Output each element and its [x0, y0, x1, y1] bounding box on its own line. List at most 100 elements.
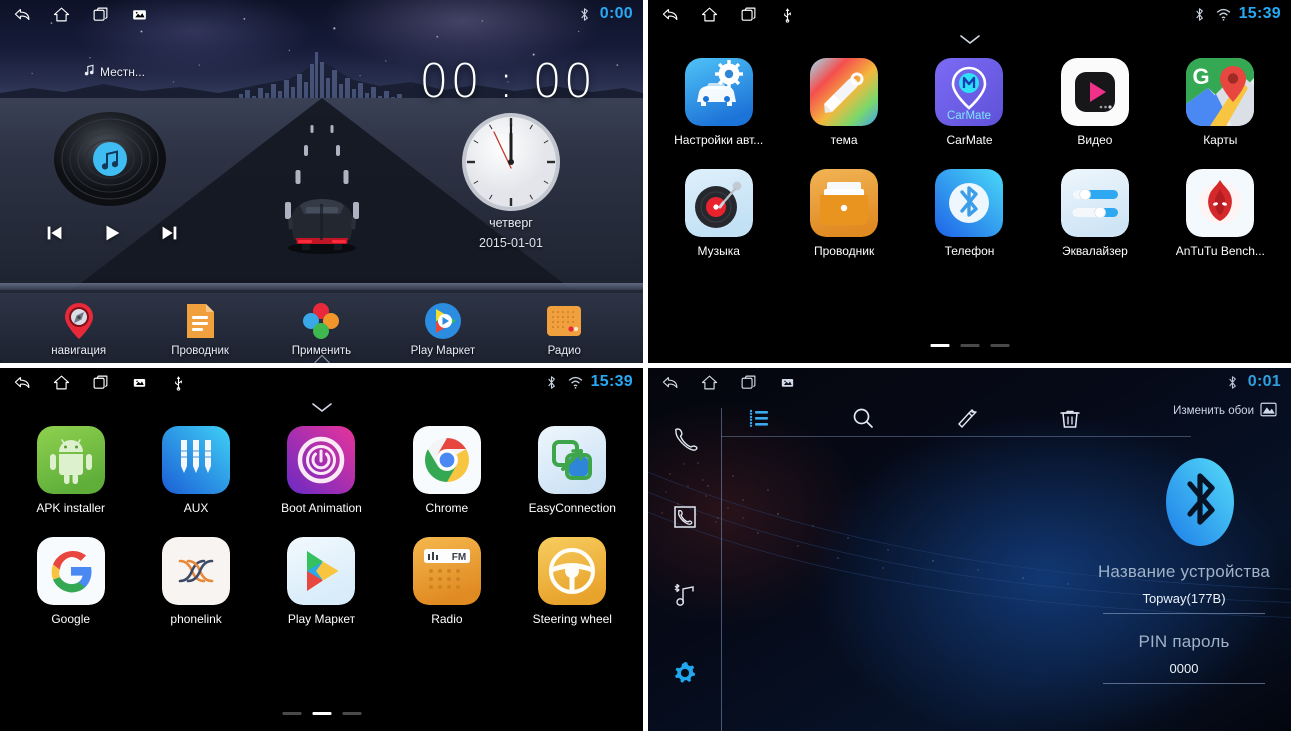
- change-wallpaper-button[interactable]: Изменить обои: [1173, 402, 1277, 420]
- app-label: Видео: [1077, 133, 1113, 147]
- page-dot-3[interactable]: [342, 711, 361, 715]
- dock-item-label: навигация: [51, 345, 107, 357]
- app-label: Boot Animation: [281, 501, 362, 515]
- app-aux[interactable]: AUX: [133, 426, 258, 515]
- google-icon: [36, 537, 105, 605]
- home-dock: навигация Проводник Применить Play Марке…: [0, 301, 643, 357]
- next-track-button[interactable]: [158, 222, 180, 244]
- pin-password-label: PIN пароль: [1138, 632, 1230, 651]
- settings-gear-icon[interactable]: [672, 660, 698, 686]
- page-dot-3[interactable]: [990, 343, 1009, 347]
- dock-item-file-explorer[interactable]: Проводник: [145, 301, 255, 357]
- page-dot-1[interactable]: [282, 711, 301, 715]
- list-icon[interactable]: [748, 406, 772, 430]
- weekday-label: четверг: [489, 216, 533, 230]
- play-store-icon: [423, 301, 463, 341]
- home-icon[interactable]: [53, 374, 70, 391]
- pin-password-value[interactable]: 0000: [1089, 661, 1279, 683]
- device-name-label: Название устройства: [1097, 562, 1271, 581]
- device-name-value[interactable]: Topway(177B): [1089, 591, 1279, 613]
- usb-icon[interactable]: [170, 374, 187, 391]
- contacts-phonebook-icon[interactable]: [672, 504, 698, 530]
- theme-brush-icon: [810, 58, 879, 126]
- app-music[interactable]: Музыка: [656, 169, 781, 258]
- app-label: Настройки авт...: [674, 133, 764, 147]
- app-label: Play Маркет: [287, 612, 356, 626]
- status-bar-nav-icons: [662, 374, 796, 391]
- app-steering-wheel[interactable]: Steering wheel: [510, 537, 635, 626]
- app-phone-bluetooth[interactable]: Телефон: [907, 169, 1032, 258]
- usb-icon[interactable]: [779, 6, 796, 23]
- recents-icon[interactable]: [740, 374, 757, 391]
- app-label: Эквалайзер: [1061, 244, 1128, 258]
- image-icon: [1260, 402, 1277, 420]
- album-disc-widget[interactable]: [52, 110, 168, 208]
- bluetooth-phone-icon: [935, 169, 1004, 237]
- dock-item-play-store[interactable]: Play Маркет: [388, 301, 498, 357]
- media-source-text: Местн...: [100, 64, 145, 79]
- recents-icon[interactable]: [92, 374, 109, 391]
- app-file-manager[interactable]: Проводник: [781, 169, 906, 258]
- chevron-down-icon[interactable]: [309, 401, 335, 415]
- app-label: phonelink: [170, 612, 222, 626]
- home-icon[interactable]: [53, 6, 70, 23]
- chrome-icon: [412, 426, 481, 494]
- app-label: Карты: [1203, 133, 1238, 147]
- gallery-icon[interactable]: [131, 374, 148, 391]
- edit-pen-icon[interactable]: [955, 406, 979, 430]
- previous-track-button[interactable]: [44, 222, 66, 244]
- recents-icon[interactable]: [740, 6, 757, 23]
- gallery-icon[interactable]: [131, 6, 148, 23]
- carmate-icon: CarMate: [935, 58, 1004, 126]
- page-indicator[interactable]: [282, 711, 361, 715]
- app-phonelink[interactable]: phonelink: [133, 537, 258, 626]
- music-turntable-icon: [684, 169, 753, 237]
- app-equalizer[interactable]: Эквалайзер: [1032, 169, 1157, 258]
- dock-item-radio[interactable]: Радио: [509, 301, 619, 357]
- bluetooth-icon: [1191, 6, 1208, 23]
- app-radio[interactable]: FM Radio: [384, 537, 509, 626]
- app-play-store[interactable]: Play Маркет: [259, 537, 384, 626]
- play-button[interactable]: [101, 222, 123, 244]
- bluetooth-icon: [576, 6, 593, 23]
- dock-item-label: Радио: [547, 345, 581, 357]
- page-indicator[interactable]: [930, 343, 1009, 347]
- back-icon[interactable]: [662, 374, 679, 391]
- back-icon[interactable]: [14, 374, 31, 391]
- app-google[interactable]: Google: [8, 537, 133, 626]
- analog-clock-widget[interactable]: [461, 112, 561, 212]
- toolbar-divider: [721, 436, 1191, 437]
- app-car-settings[interactable]: Настройки авт...: [656, 58, 781, 147]
- app-apk-installer[interactable]: APK installer: [8, 426, 133, 515]
- app-theme[interactable]: тема: [781, 58, 906, 147]
- chevron-down-icon[interactable]: [957, 33, 983, 47]
- trash-icon[interactable]: [1058, 406, 1082, 430]
- app-antutu[interactable]: AnTuTu Bench...: [1158, 169, 1283, 258]
- app-easyconnection[interactable]: EasyConnection: [510, 426, 635, 515]
- video-player-icon: [1060, 58, 1129, 126]
- app-maps[interactable]: G Карты: [1158, 58, 1283, 147]
- recents-icon[interactable]: [92, 6, 109, 23]
- app-carmate[interactable]: CarMate CarMate: [907, 58, 1032, 147]
- page-dot-2[interactable]: [312, 711, 331, 715]
- page-dot-1[interactable]: [930, 343, 949, 347]
- panel-home-screen: 0:00 Местн... 00: 00 четверг 2015-01-01…: [0, 0, 643, 363]
- app-grid: Настройки авт... тема CarMate CarMate Ви…: [648, 58, 1291, 258]
- wifi-icon: [567, 374, 584, 391]
- bluetooth-music-icon[interactable]: [672, 582, 698, 608]
- back-icon[interactable]: [14, 6, 31, 23]
- app-video[interactable]: Видео: [1032, 58, 1157, 147]
- phonelink-icon: [162, 537, 231, 605]
- search-icon[interactable]: [851, 406, 875, 430]
- page-dot-2[interactable]: [960, 343, 979, 347]
- dock-item-apply-theme[interactable]: Применить: [266, 301, 376, 357]
- back-icon[interactable]: [662, 6, 679, 23]
- media-source-label[interactable]: Местн...: [84, 64, 145, 79]
- phone-handset-icon[interactable]: [672, 426, 698, 452]
- gallery-icon[interactable]: [779, 374, 796, 391]
- app-boot-animation[interactable]: Boot Animation: [259, 426, 384, 515]
- dock-item-navigation[interactable]: навигация: [24, 301, 134, 357]
- home-icon[interactable]: [701, 374, 718, 391]
- app-chrome[interactable]: Chrome: [384, 426, 509, 515]
- home-icon[interactable]: [701, 6, 718, 23]
